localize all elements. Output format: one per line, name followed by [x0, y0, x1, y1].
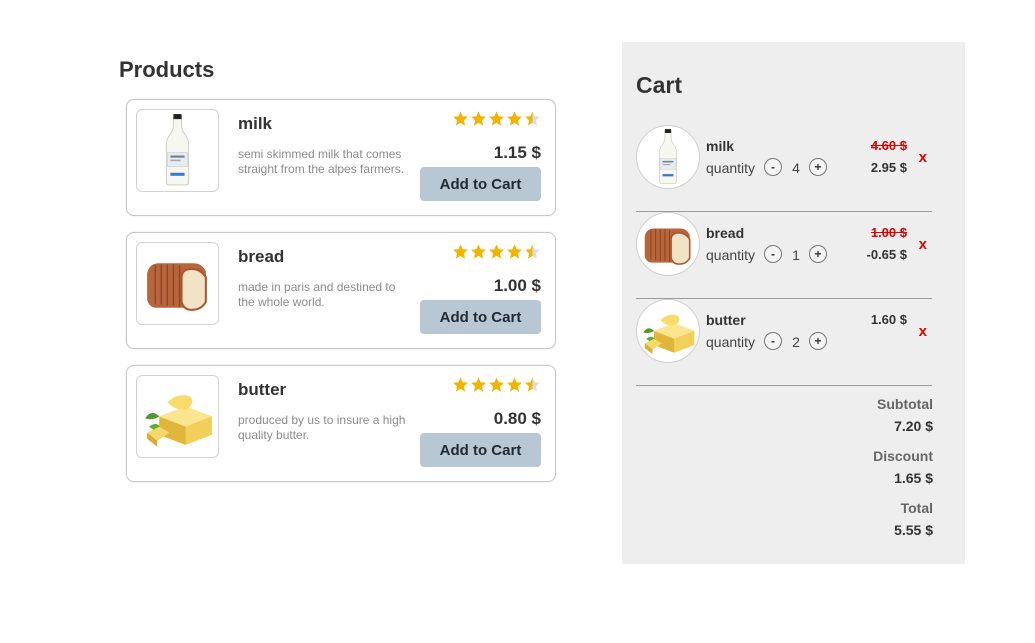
quantity-label: quantity	[706, 247, 756, 263]
product-name: milk	[238, 114, 273, 133]
product-description: semi skimmed milk that comes straight fr…	[238, 147, 405, 176]
cart-item-name: bread	[706, 225, 745, 241]
butter-block-icon	[636, 299, 700, 363]
discount-label: Discount	[873, 448, 933, 464]
star-rating	[452, 243, 541, 260]
cart-item-name: butter	[706, 312, 746, 328]
remove-item-button[interactable]: x	[919, 236, 927, 253]
star-full-icon	[471, 244, 486, 259]
product-name: butter	[238, 380, 287, 399]
star-full-icon	[489, 377, 504, 392]
decrease-quantity-button[interactable]: -	[764, 332, 782, 350]
bread-loaf-icon	[136, 242, 219, 325]
star-full-icon	[471, 377, 486, 392]
star-full-icon	[453, 244, 468, 259]
product-card-milk: milk semi skimmed milk that comes straig…	[126, 99, 556, 216]
star-full-icon	[453, 111, 468, 126]
quantity-value: 2	[792, 334, 800, 350]
star-full-icon	[453, 377, 468, 392]
discounted-price: 2.95 $	[870, 160, 907, 175]
product-card-bread: bread made in paris and destined to the …	[126, 232, 556, 349]
star-full-icon	[489, 111, 504, 126]
product-price: 1.00 $	[493, 276, 541, 295]
product-name: bread	[238, 247, 285, 266]
star-full-icon	[507, 377, 522, 392]
product-card-butter: butter produced by us to insure a high q…	[126, 365, 556, 482]
star-half-icon	[525, 111, 540, 126]
discount-value: 1.65 $	[894, 470, 933, 486]
quantity-label: quantity	[706, 160, 756, 176]
subtotal-value: 7.20 $	[894, 418, 933, 434]
star-rating	[452, 110, 541, 127]
discounted-price: -0.65 $	[866, 247, 907, 262]
cart-panel: Cart milk quantity - 4 + 4.60 $ 2.95 $ x…	[622, 42, 965, 564]
star-full-icon	[507, 244, 522, 259]
quantity-label: quantity	[706, 334, 756, 350]
milk-bottle-icon	[636, 125, 700, 189]
products-title: Products	[119, 57, 215, 82]
item-price: 1.60 $	[870, 312, 907, 327]
star-full-icon	[471, 111, 486, 126]
star-half-icon	[525, 244, 540, 259]
total-value: 5.55 $	[894, 522, 933, 538]
star-full-icon	[489, 244, 504, 259]
quantity-value: 4	[792, 160, 800, 176]
product-description: produced by us to insure a high quality …	[238, 413, 406, 442]
star-half-icon	[525, 377, 540, 392]
quantity-value: 1	[792, 247, 800, 263]
total-label: Total	[900, 500, 933, 516]
increase-quantity-button[interactable]: +	[809, 245, 827, 263]
star-full-icon	[507, 111, 522, 126]
cart-item-bread: bread quantity - 1 + 1.00 $ -0.65 $ x	[636, 212, 932, 299]
original-price: 4.60 $	[870, 138, 907, 153]
cart-item-name: milk	[706, 138, 735, 154]
decrease-quantity-button[interactable]: -	[764, 245, 782, 263]
remove-item-button[interactable]: x	[919, 149, 927, 166]
bread-loaf-icon	[636, 212, 700, 276]
add-to-cart-button[interactable]: Add to Cart	[420, 167, 541, 201]
add-to-cart-button[interactable]: Add to Cart	[420, 300, 541, 334]
cart-title: Cart	[636, 72, 683, 98]
product-price: 1.15 $	[493, 143, 541, 162]
star-rating	[452, 376, 541, 393]
product-description: made in paris and destined to the whole …	[238, 280, 396, 309]
increase-quantity-button[interactable]: +	[809, 332, 827, 350]
increase-quantity-button[interactable]: +	[809, 158, 827, 176]
original-price: 1.00 $	[870, 225, 907, 240]
decrease-quantity-button[interactable]: -	[764, 158, 782, 176]
butter-block-icon	[136, 375, 219, 458]
product-price: 0.80 $	[493, 409, 541, 428]
subtotal-label: Subtotal	[877, 396, 933, 412]
milk-bottle-icon	[136, 109, 219, 192]
cart-item-milk: milk quantity - 4 + 4.60 $ 2.95 $ x	[636, 125, 932, 212]
remove-item-button[interactable]: x	[919, 323, 927, 340]
add-to-cart-button[interactable]: Add to Cart	[420, 433, 541, 467]
cart-item-butter: butter quantity - 2 + 1.60 $ x	[636, 299, 932, 386]
